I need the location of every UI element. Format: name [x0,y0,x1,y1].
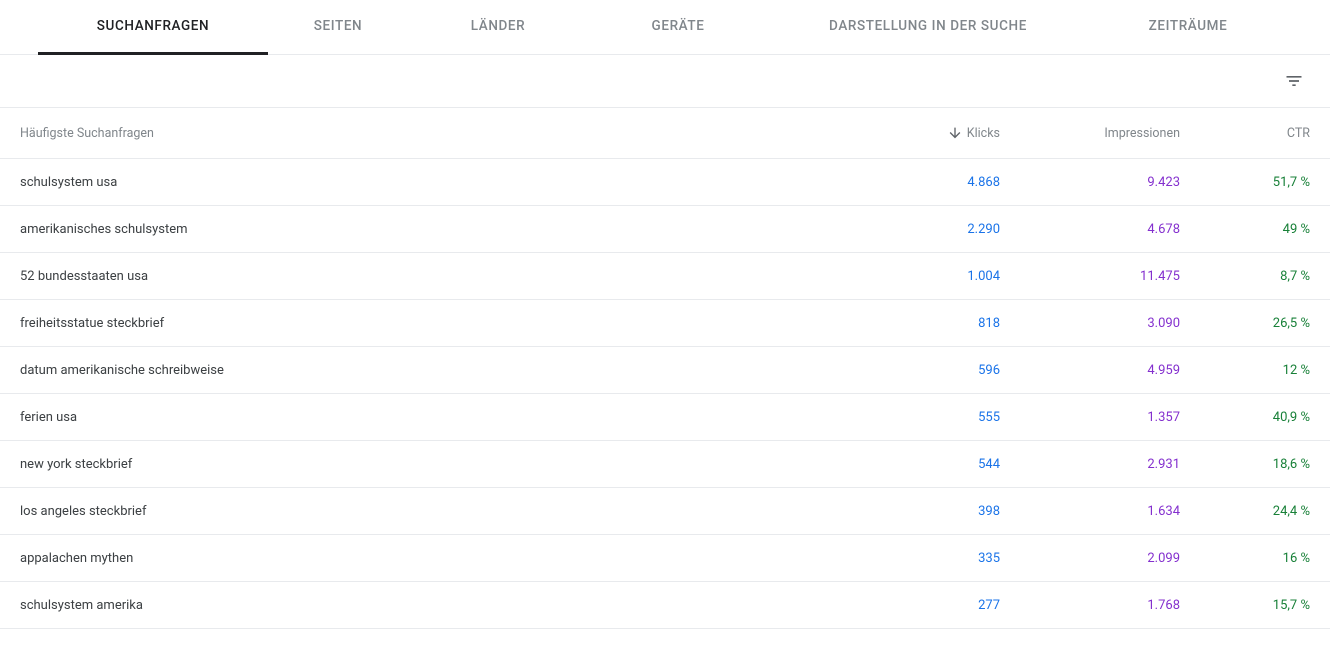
cell-impressions: 3.090 [1000,316,1180,331]
cell-query: freiheitsstatue steckbrief [20,316,850,331]
cell-impressions: 2.931 [1000,457,1180,472]
header-clicks[interactable]: Klicks [850,125,1000,141]
tab-devices[interactable]: GERÄTE [588,0,768,54]
cell-clicks: 555 [850,410,1000,425]
cell-clicks: 335 [850,551,1000,566]
cell-ctr: 16 % [1180,551,1310,566]
table-row[interactable]: datum amerikanische schreibweise5964.959… [0,347,1330,394]
tab-pages[interactable]: SEITEN [268,0,408,54]
cell-query: los angeles steckbrief [20,504,850,519]
cell-ctr: 15,7 % [1180,598,1310,613]
table-row[interactable]: amerikanisches schulsystem2.2904.67849 % [0,206,1330,253]
cell-query: ferien usa [20,410,850,425]
cell-impressions: 4.959 [1000,363,1180,378]
cell-ctr: 40,9 % [1180,410,1310,425]
cell-impressions: 1.634 [1000,504,1180,519]
cell-query: schulsystem usa [20,175,850,190]
cell-impressions: 2.099 [1000,551,1180,566]
filter-icon[interactable] [1282,69,1306,93]
cell-ctr: 49 % [1180,222,1310,237]
tab-dates[interactable]: ZEITRÄUME [1088,0,1288,54]
cell-impressions: 9.423 [1000,175,1180,190]
header-impressions[interactable]: Impressionen [1000,126,1180,141]
cell-query: 52 bundesstaaten usa [20,269,850,284]
table-row[interactable]: schulsystem usa4.8689.42351,7 % [0,159,1330,206]
cell-ctr: 24,4 % [1180,504,1310,519]
cell-impressions: 1.357 [1000,410,1180,425]
sort-desc-icon [947,125,963,141]
cell-impressions: 1.768 [1000,598,1180,613]
cell-impressions: 11.475 [1000,269,1180,284]
cell-clicks: 398 [850,504,1000,519]
table-row[interactable]: 52 bundesstaaten usa1.00411.4758,7 % [0,253,1330,300]
table-row[interactable]: freiheitsstatue steckbrief8183.09026,5 % [0,300,1330,347]
cell-clicks: 544 [850,457,1000,472]
cell-ctr: 12 % [1180,363,1310,378]
filter-row [0,55,1330,107]
cell-clicks: 818 [850,316,1000,331]
table-row[interactable]: los angeles steckbrief3981.63424,4 % [0,488,1330,535]
header-ctr[interactable]: CTR [1180,126,1310,141]
cell-clicks: 2.290 [850,222,1000,237]
table-row[interactable]: ferien usa5551.35740,9 % [0,394,1330,441]
cell-query: appalachen mythen [20,551,850,566]
table-row[interactable]: appalachen mythen3352.09916 % [0,535,1330,582]
header-ctr-label: CTR [1287,126,1310,141]
cell-query: new york steckbrief [20,457,850,472]
table-row[interactable]: new york steckbrief5442.93118,6 % [0,441,1330,488]
table-row[interactable]: schulsystem amerika2771.76815,7 % [0,582,1330,629]
cell-clicks: 4.868 [850,175,1000,190]
tab-queries[interactable]: SUCHANFRAGEN [38,0,268,55]
tab-countries[interactable]: LÄNDER [408,0,588,54]
cell-ctr: 51,7 % [1180,175,1310,190]
tab-search-appearance[interactable]: DARSTELLUNG IN DER SUCHE [768,0,1088,54]
cell-ctr: 26,5 % [1180,316,1310,331]
tabs-bar: SUCHANFRAGEN SEITEN LÄNDER GERÄTE DARSTE… [0,0,1330,55]
table-header-row: Häufigste Suchanfragen Klicks Impression… [0,107,1330,159]
cell-ctr: 8,7 % [1180,269,1310,284]
cell-clicks: 1.004 [850,269,1000,284]
header-query[interactable]: Häufigste Suchanfragen [20,126,850,141]
queries-table: Häufigste Suchanfragen Klicks Impression… [0,107,1330,629]
cell-query: schulsystem amerika [20,598,850,613]
table-body: schulsystem usa4.8689.42351,7 %amerikani… [0,159,1330,629]
header-impressions-label: Impressionen [1104,126,1180,141]
cell-impressions: 4.678 [1000,222,1180,237]
cell-query: amerikanisches schulsystem [20,222,850,237]
header-clicks-label: Klicks [967,126,1000,141]
cell-query: datum amerikanische schreibweise [20,363,850,378]
cell-clicks: 277 [850,598,1000,613]
cell-clicks: 596 [850,363,1000,378]
cell-ctr: 18,6 % [1180,457,1310,472]
